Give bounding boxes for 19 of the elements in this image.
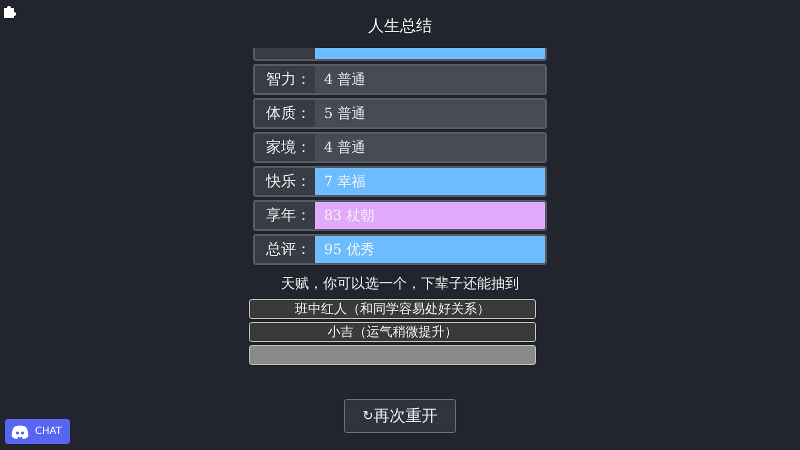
talent-option[interactable]: 小吉（运气稍微提升） xyxy=(249,322,536,342)
stat-label: 家境： xyxy=(265,137,312,158)
stat-value: 5 普通 xyxy=(315,100,545,127)
stat-value: 83 杖朝 xyxy=(315,202,545,229)
page-title: 人生总结 xyxy=(368,14,432,36)
talent-option[interactable]: 班中红人（和同学容易处好关系） xyxy=(249,299,536,319)
stat-value: 4 普通 xyxy=(315,66,545,93)
stat-value: 95 优秀 xyxy=(315,236,545,263)
gamepad-icon xyxy=(11,424,29,438)
stat-label: 总评： xyxy=(265,239,312,260)
talent-prompt: 天赋，你可以选一个，下辈子还能抽到 xyxy=(281,275,519,294)
stat-label: 快乐： xyxy=(264,171,312,192)
stat-label: 享年： xyxy=(265,205,312,226)
chat-button[interactable]: CHAT xyxy=(5,419,70,444)
stat-value: 4 普通 xyxy=(315,134,545,161)
restart-button[interactable]: ↻再次重开 xyxy=(344,399,456,433)
stat-label: 体质： xyxy=(265,103,312,124)
stat-label: 智力： xyxy=(265,69,312,90)
stat-value: 7 幸福 xyxy=(315,168,545,195)
